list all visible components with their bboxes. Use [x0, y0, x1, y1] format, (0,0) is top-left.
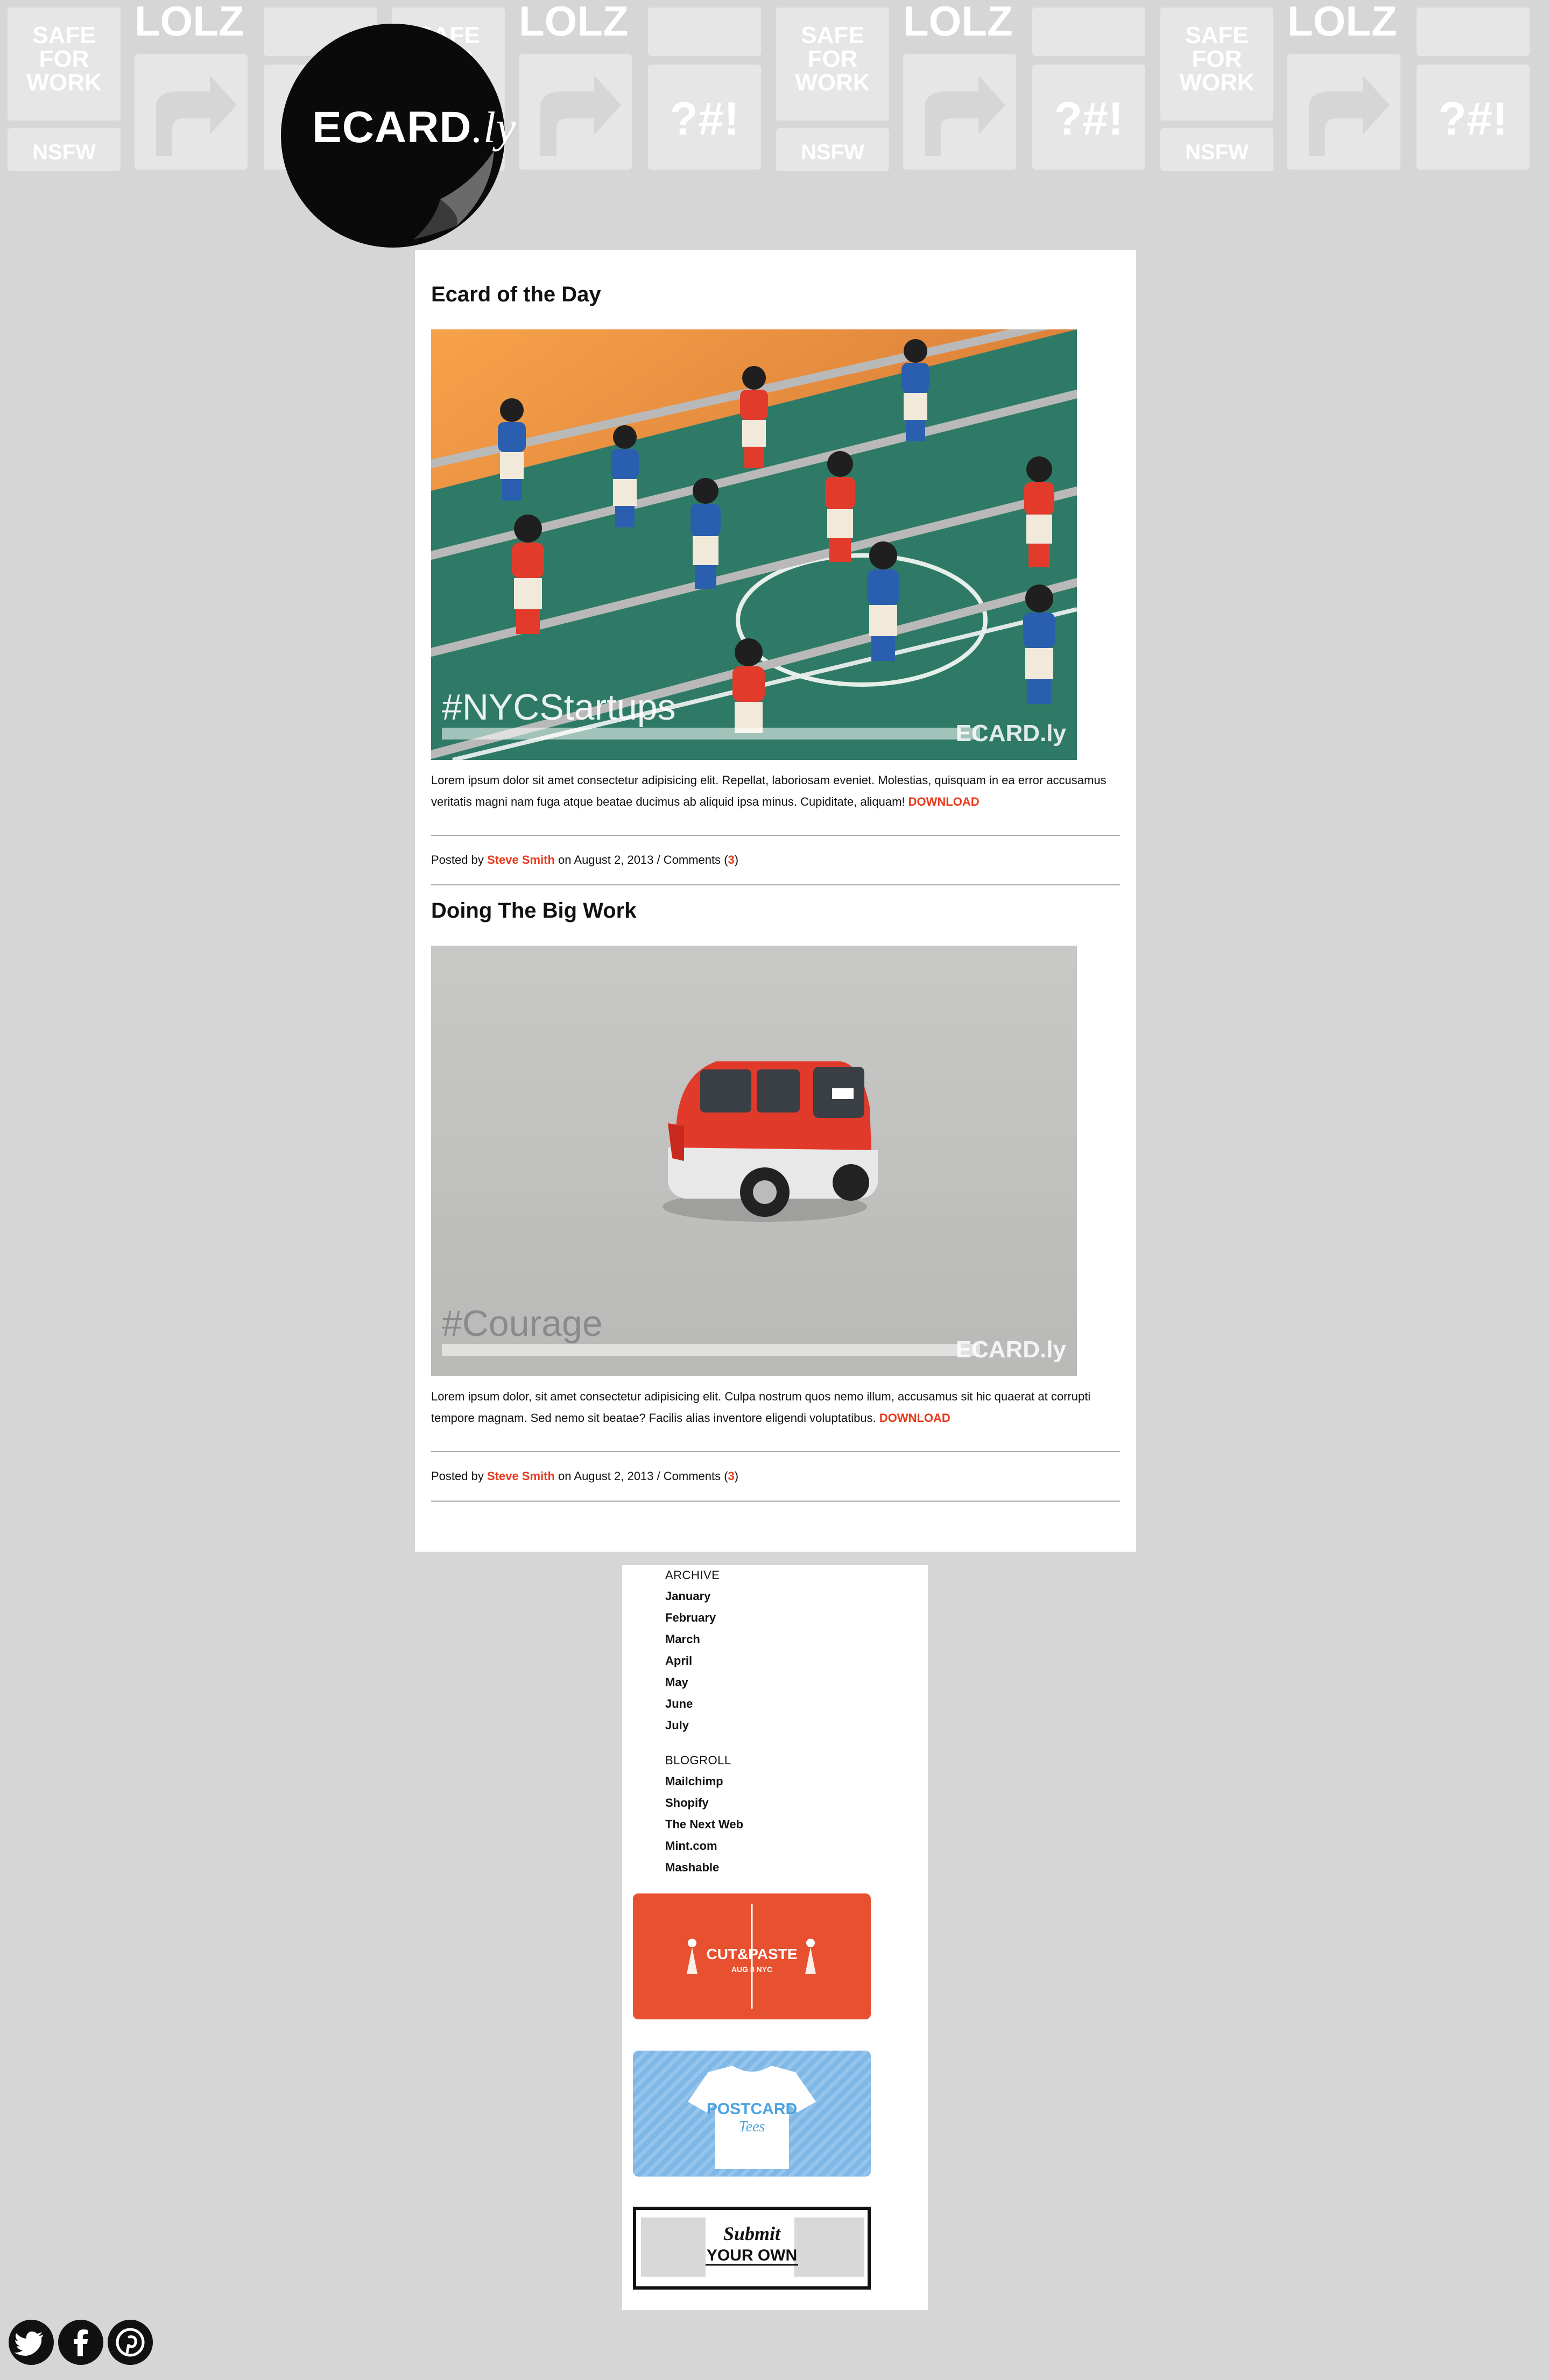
- archive-link-may[interactable]: May: [665, 1675, 688, 1689]
- blogroll-item: Shopify: [665, 1792, 743, 1814]
- blogroll-item: Mint.com: [665, 1835, 743, 1857]
- divider: [431, 1501, 1120, 1502]
- header-pattern: SAFE FOR WORK NSFW LOLZ ?#!: [8, 0, 1530, 171]
- post-image-foosball[interactable]: #NYCStartups ECARD.ly: [431, 329, 1077, 760]
- archive-link-july[interactable]: July: [665, 1719, 689, 1732]
- post-body: Lorem ipsum dolor, sit amet consectetur …: [431, 1390, 1091, 1425]
- blogroll-list: Mailchimp Shopify The Next Web Mint.com …: [665, 1771, 743, 1878]
- archive-item: April: [665, 1650, 716, 1672]
- blogroll-link-shopify[interactable]: Shopify: [665, 1796, 709, 1809]
- sidebar: ARCHIVE January February March April May…: [622, 1565, 928, 2310]
- divider: [431, 1451, 1120, 1452]
- blogroll-item: The Next Web: [665, 1814, 743, 1835]
- facebook-icon[interactable]: [58, 2320, 103, 2365]
- post-meta: Posted by Steve Smith on August 2, 2013 …: [431, 1469, 739, 1483]
- post-image-car[interactable]: #Courage ECARD.ly: [431, 946, 1077, 1376]
- pinterest-icon[interactable]: [108, 2320, 153, 2365]
- archive-list: January February March April May June Ju…: [665, 1586, 716, 1736]
- post-card: Ecard of the Day #NYCStartups ECARD.ly L…: [431, 283, 1120, 885]
- blogroll-link-mint[interactable]: Mint.com: [665, 1839, 717, 1853]
- twitter-icon[interactable]: [9, 2320, 54, 2365]
- cutpaste-title: CUT&PASTE: [706, 1946, 797, 1962]
- post-body: Lorem ipsum dolor sit amet consectetur a…: [431, 773, 1107, 808]
- archive-heading: ARCHIVE: [665, 1568, 720, 1582]
- pattern-label-nsfw: NSFW: [32, 140, 96, 164]
- pattern-label-for: FOR: [39, 46, 89, 72]
- archive-link-march[interactable]: March: [665, 1632, 700, 1646]
- image-caption-hashtag: #NYCStartups: [442, 687, 676, 728]
- divider: [431, 835, 1120, 836]
- blogroll-link-mashable[interactable]: Mashable: [665, 1861, 719, 1874]
- archive-link-april[interactable]: April: [665, 1654, 692, 1667]
- blogroll-item: Mashable: [665, 1857, 743, 1878]
- comments-link[interactable]: 3: [728, 853, 735, 867]
- tees-title: POSTCARD: [707, 2100, 797, 2118]
- archive-item: March: [665, 1629, 716, 1650]
- blogroll-item: Mailchimp: [665, 1771, 743, 1792]
- comments-link[interactable]: 3: [728, 1469, 735, 1483]
- archive-item: May: [665, 1672, 716, 1693]
- archive-item: June: [665, 1693, 716, 1715]
- archive-link-january[interactable]: January: [665, 1589, 710, 1603]
- pattern-label-lolz: LOLZ: [135, 0, 244, 45]
- post-title[interactable]: Ecard of the Day: [431, 283, 601, 307]
- submit-your-own-button[interactable]: Submit YOUR OWN: [633, 2207, 871, 2290]
- image-caption-hashtag: #Courage: [442, 1303, 603, 1344]
- image-brand-watermark: ECARD.ly: [956, 720, 1067, 747]
- pattern-label-work: WORK: [26, 69, 102, 96]
- tees-subtitle: Tees: [739, 2118, 765, 2135]
- archive-item: January: [665, 1586, 716, 1607]
- logo-text: ECARD.ly: [312, 103, 517, 152]
- image-brand-watermark: ECARD.ly: [956, 1336, 1067, 1363]
- author-link[interactable]: Steve Smith: [487, 853, 555, 867]
- blogroll-link-mailchimp[interactable]: Mailchimp: [665, 1775, 723, 1788]
- submit-line-1: Submit: [723, 2223, 781, 2244]
- cutpaste-banner[interactable]: CUT&PASTE AUG 8 NYC: [633, 1893, 871, 2019]
- blogroll-heading: BLOGROLL: [665, 1754, 731, 1767]
- download-link[interactable]: DOWNLOAD: [879, 1411, 950, 1425]
- divider: [431, 884, 1120, 885]
- archive-item: July: [665, 1715, 716, 1736]
- download-link[interactable]: DOWNLOAD: [908, 795, 980, 808]
- post-card: Doing The Big Work #Courage ECARD.ly Lor…: [431, 899, 1120, 1502]
- submit-line-2: YOUR OWN: [707, 2247, 797, 2264]
- blogroll-link-the-next-web[interactable]: The Next Web: [665, 1818, 743, 1831]
- archive-link-june[interactable]: June: [665, 1697, 693, 1710]
- postcard-tees-banner[interactable]: POSTCARD Tees: [633, 2051, 871, 2177]
- archive-item: February: [665, 1607, 716, 1629]
- pattern-label-safe: SAFE: [32, 22, 95, 48]
- archive-link-february[interactable]: February: [665, 1611, 716, 1624]
- main-content: Ecard of the Day #NYCStartups ECARD.ly L…: [415, 250, 1136, 1552]
- author-link[interactable]: Steve Smith: [487, 1469, 555, 1483]
- site-logo[interactable]: ECARD.ly: [279, 22, 517, 250]
- post-meta: Posted by Steve Smith on August 2, 2013 …: [431, 853, 739, 867]
- post-title[interactable]: Doing The Big Work: [431, 899, 636, 923]
- cutpaste-subtitle: AUG 8 NYC: [731, 1965, 772, 1974]
